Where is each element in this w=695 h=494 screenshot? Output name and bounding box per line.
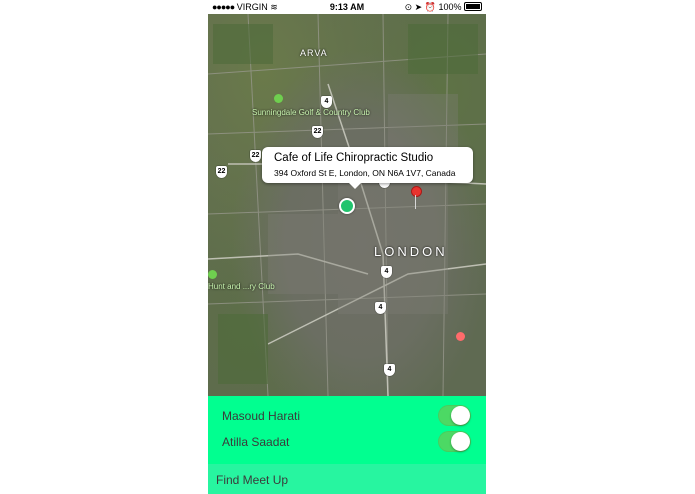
alarm-icon: ⏰ — [424, 2, 436, 12]
battery-percent: 100% — [438, 2, 462, 12]
people-panel: Masoud Harati Atilla Saadat — [208, 396, 486, 464]
status-bar: ●●●●● VIRGIN ≋ 9:13 AM ⊙ ➤ ⏰ 100% — [208, 0, 486, 14]
map-pin-icon[interactable] — [411, 186, 422, 210]
battery-icon — [464, 2, 482, 11]
pin-stick — [415, 195, 416, 209]
highway-shield: 4 — [381, 266, 392, 278]
park-poi-icon[interactable] — [274, 94, 283, 103]
callout-title: Cafe of Life Chiropractic Studio — [274, 152, 434, 164]
map-label-arva: ARVA — [300, 48, 328, 58]
map-label-golf-club-2: Hunt and ...ry Club — [208, 282, 275, 291]
highway-shield: 4 — [321, 96, 332, 108]
callout-address: 394 Oxford St E, London, ON N6A 1V7, Can… — [274, 168, 456, 178]
park-poi-icon[interactable] — [208, 270, 217, 279]
map-label-golf-club: Sunningdale Golf & Country Club — [252, 108, 370, 117]
highway-shield: 22 — [250, 150, 261, 162]
find-meetup-label: Find Meet Up — [216, 473, 289, 487]
person-toggle[interactable] — [438, 431, 471, 452]
status-right: ⊙ ➤ ⏰ 100% — [405, 2, 482, 13]
toggle-knob — [451, 406, 470, 425]
location-callout[interactable]: Cafe of Life Chiropractic Studio 394 Oxf… — [262, 147, 473, 189]
lock-rotation-icon: ⊙ — [404, 2, 413, 12]
phone-screen: ●●●●● VIRGIN ≋ 9:13 AM ⊙ ➤ ⏰ 100% ARVA L… — [208, 0, 486, 494]
location-arrow-icon: ➤ — [414, 2, 423, 12]
highway-shield: 4 — [375, 302, 386, 314]
person-row: Masoud Harati — [208, 403, 486, 429]
toggle-knob — [451, 432, 470, 451]
highway-shield: 4 — [384, 364, 395, 376]
person-row: Atilla Saadat — [208, 429, 486, 455]
person-toggle[interactable] — [438, 405, 471, 426]
highway-shield: 22 — [312, 126, 323, 138]
map-view[interactable]: ARVA LONDON Sunningdale Golf & Country C… — [208, 14, 486, 396]
person-name: Atilla Saadat — [222, 435, 290, 449]
user-location-dot[interactable] — [339, 198, 355, 214]
pin-head — [411, 186, 422, 197]
map-label-london: LONDON — [374, 244, 448, 259]
find-meetup-button[interactable]: Find Meet Up — [208, 464, 486, 494]
person-name: Masoud Harati — [222, 409, 301, 423]
hospital-poi-icon[interactable] — [456, 332, 465, 341]
highway-shield: 22 — [216, 166, 227, 178]
